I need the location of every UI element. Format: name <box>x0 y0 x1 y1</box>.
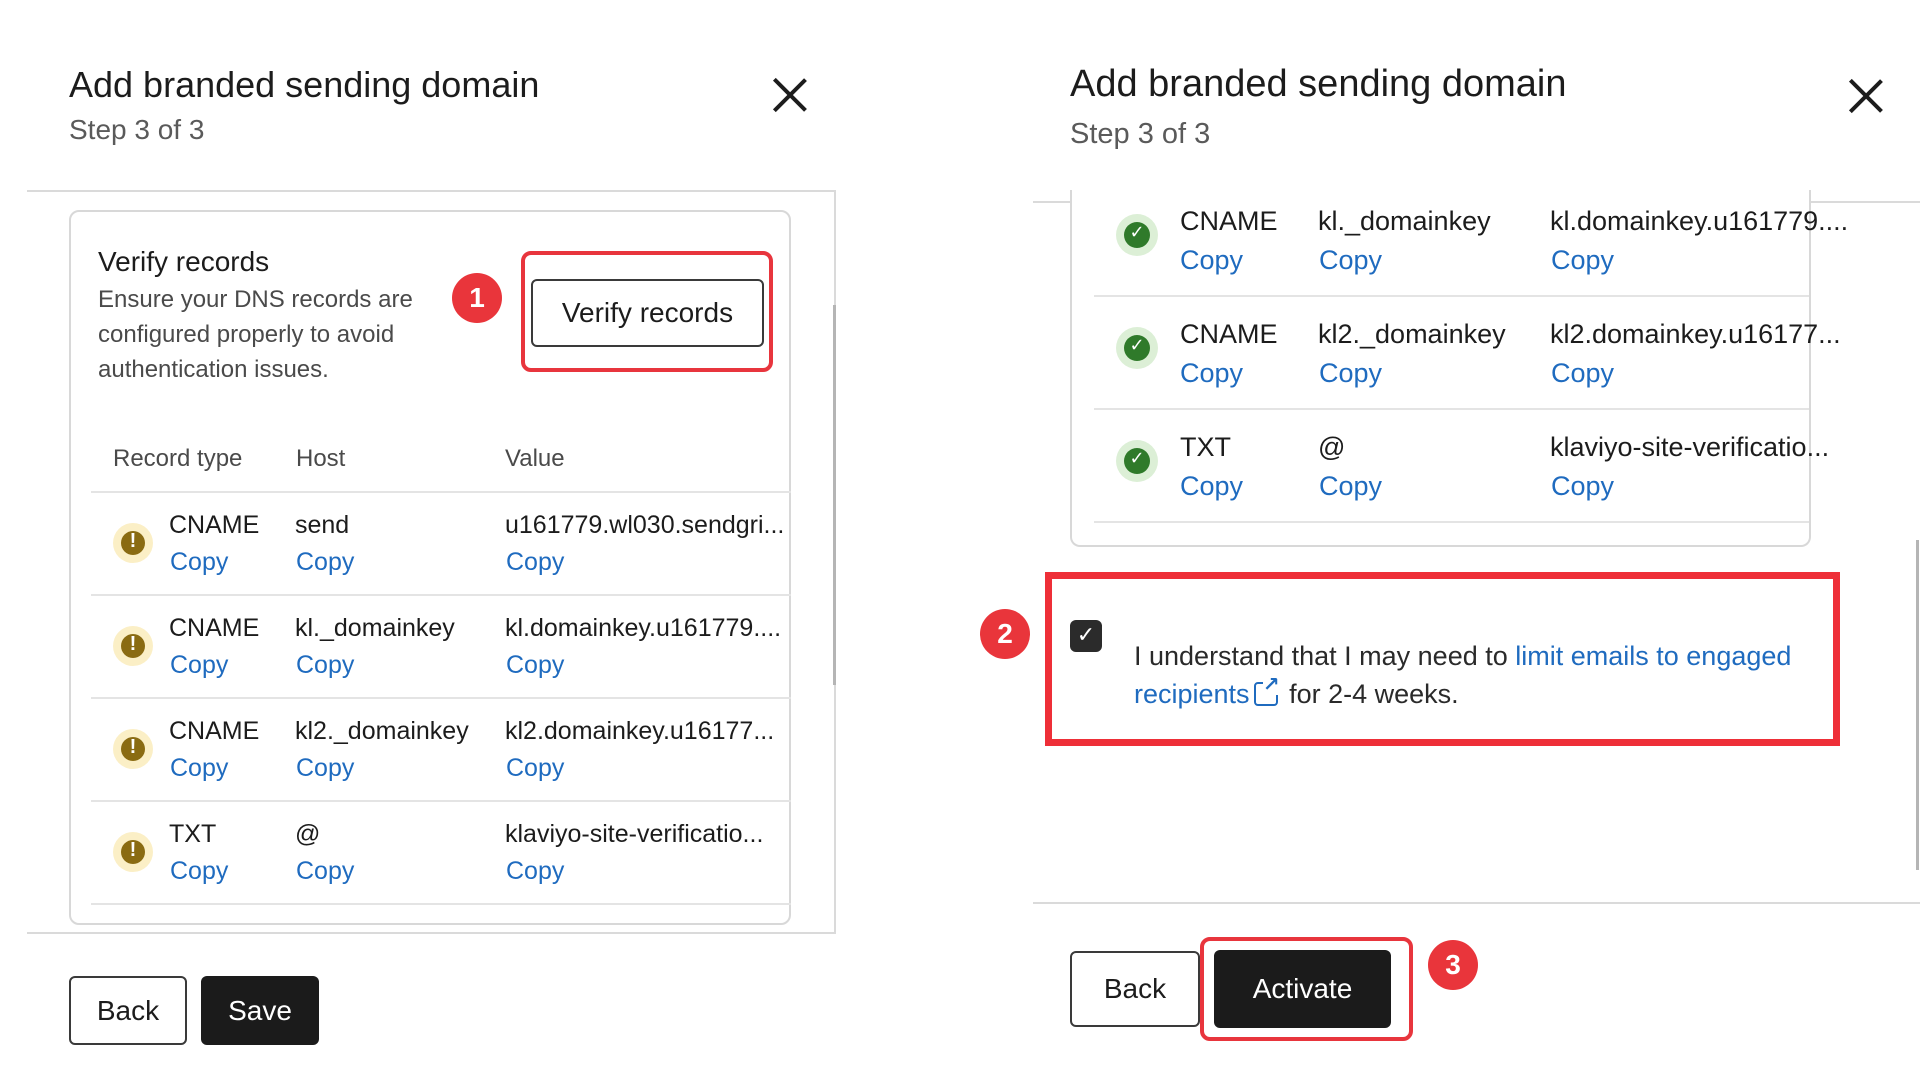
copy-host-link[interactable]: Copy <box>296 548 354 577</box>
scrollbar[interactable] <box>1916 540 1919 870</box>
record-value: kl2.domainkey.u16177... <box>505 717 775 745</box>
header-divider <box>27 190 836 192</box>
check-icon: ✓ <box>1116 327 1158 369</box>
record-host: @ <box>295 820 321 848</box>
row-divider <box>91 491 791 493</box>
annotation-badge-1: 1 <box>452 273 502 323</box>
record-type: TXT <box>1180 432 1231 462</box>
record-type: CNAME <box>169 614 260 642</box>
footer-divider <box>1033 902 1920 904</box>
consent-checkbox[interactable]: ✓ <box>1070 620 1102 652</box>
close-icon[interactable] <box>772 77 808 113</box>
record-host: kl2._domainkey <box>1318 319 1506 349</box>
column-header-value: Value <box>505 445 565 472</box>
annotation-badge-3: 3 <box>1428 940 1478 990</box>
activate-button[interactable]: Activate <box>1214 950 1391 1028</box>
record-host: kl._domainkey <box>295 614 455 642</box>
record-value: klaviyo-site-verificatio... <box>505 820 764 848</box>
copy-value-link[interactable]: Copy <box>506 857 564 886</box>
record-type: CNAME <box>169 717 260 745</box>
verify-records-button[interactable]: Verify records <box>531 279 764 347</box>
consent-text-after: for 2-4 weeks. <box>1281 679 1459 709</box>
warning-icon: ! <box>113 729 153 769</box>
consent-text: I understand that I may need to limit em… <box>1134 637 1834 713</box>
step-indicator: Step 3 of 3 <box>1070 118 1211 150</box>
record-host: @ <box>1318 432 1346 462</box>
copy-value-link[interactable]: Copy <box>1551 358 1614 389</box>
row-divider <box>1094 295 1809 297</box>
copy-type-link[interactable]: Copy <box>170 857 228 886</box>
back-button[interactable]: Back <box>1070 951 1200 1027</box>
records-card: Verify records Ensure your DNS records a… <box>69 210 791 925</box>
copy-type-link[interactable]: Copy <box>1180 358 1243 389</box>
record-value: kl2.domainkey.u16177... <box>1550 319 1841 349</box>
check-icon: ✓ <box>1116 440 1158 482</box>
copy-host-link[interactable]: Copy <box>296 754 354 783</box>
scrollbar[interactable] <box>833 305 836 685</box>
warning-icon: ! <box>113 523 153 563</box>
row-divider <box>91 697 791 699</box>
record-host: kl2._domainkey <box>295 717 469 745</box>
column-header-host: Host <box>296 445 346 472</box>
left-modal: Add branded sending domain Step 3 of 3 V… <box>0 0 840 1080</box>
copy-host-link[interactable]: Copy <box>296 857 354 886</box>
row-divider <box>1094 408 1809 410</box>
copy-type-link[interactable]: Copy <box>170 754 228 783</box>
external-link-icon <box>1253 675 1280 706</box>
copy-value-link[interactable]: Copy <box>506 754 564 783</box>
modal-title: Add branded sending domain <box>1070 63 1567 105</box>
verify-section-title: Verify records <box>98 246 270 277</box>
record-value: klaviyo-site-verificatio... <box>1550 432 1830 462</box>
copy-host-link[interactable]: Copy <box>1319 358 1382 389</box>
copy-host-link[interactable]: Copy <box>1319 245 1382 276</box>
record-type: CNAME <box>1180 319 1278 349</box>
warning-icon: ! <box>113 832 153 872</box>
save-button[interactable]: Save <box>201 976 319 1045</box>
copy-type-link[interactable]: Copy <box>1180 471 1243 502</box>
copy-value-link[interactable]: Copy <box>1551 471 1614 502</box>
column-header-type: Record type <box>113 445 243 472</box>
record-type: CNAME <box>1180 206 1278 236</box>
back-button[interactable]: Back <box>69 976 187 1045</box>
check-icon: ✓ <box>1116 214 1158 256</box>
consent-text-before: I understand that I may need to <box>1134 641 1516 671</box>
records-card: ✓ CNAME Copy kl._domainkey Copy kl.domai… <box>1070 190 1848 547</box>
close-icon[interactable] <box>1848 78 1884 114</box>
record-host: kl._domainkey <box>1318 206 1491 236</box>
row-divider <box>1094 521 1809 523</box>
record-value: kl.domainkey.u161779.... <box>505 614 782 642</box>
copy-value-link[interactable]: Copy <box>1551 245 1614 276</box>
copy-type-link[interactable]: Copy <box>170 651 228 680</box>
row-divider <box>91 800 791 802</box>
row-divider <box>91 903 791 905</box>
record-type: TXT <box>169 820 217 848</box>
copy-type-link[interactable]: Copy <box>170 548 228 577</box>
right-modal: Add branded sending domain Step 3 of 3 ✓… <box>980 0 1920 1080</box>
record-value: u161779.wl030.sendgri... <box>505 511 785 539</box>
footer-divider <box>27 932 836 934</box>
warning-icon: ! <box>113 626 153 666</box>
modal-title: Add branded sending domain <box>69 64 540 105</box>
record-value: kl.domainkey.u161779.... <box>1550 206 1849 236</box>
record-host: send <box>295 511 350 539</box>
copy-host-link[interactable]: Copy <box>296 651 354 680</box>
copy-value-link[interactable]: Copy <box>506 651 564 680</box>
record-type: CNAME <box>169 511 260 539</box>
verify-section-description: Ensure your DNS records are configured p… <box>98 286 413 383</box>
copy-type-link[interactable]: Copy <box>1180 245 1243 276</box>
row-divider <box>91 594 791 596</box>
copy-host-link[interactable]: Copy <box>1319 471 1382 502</box>
annotation-badge-2: 2 <box>980 609 1030 659</box>
copy-value-link[interactable]: Copy <box>506 548 564 577</box>
step-indicator: Step 3 of 3 <box>69 114 205 145</box>
